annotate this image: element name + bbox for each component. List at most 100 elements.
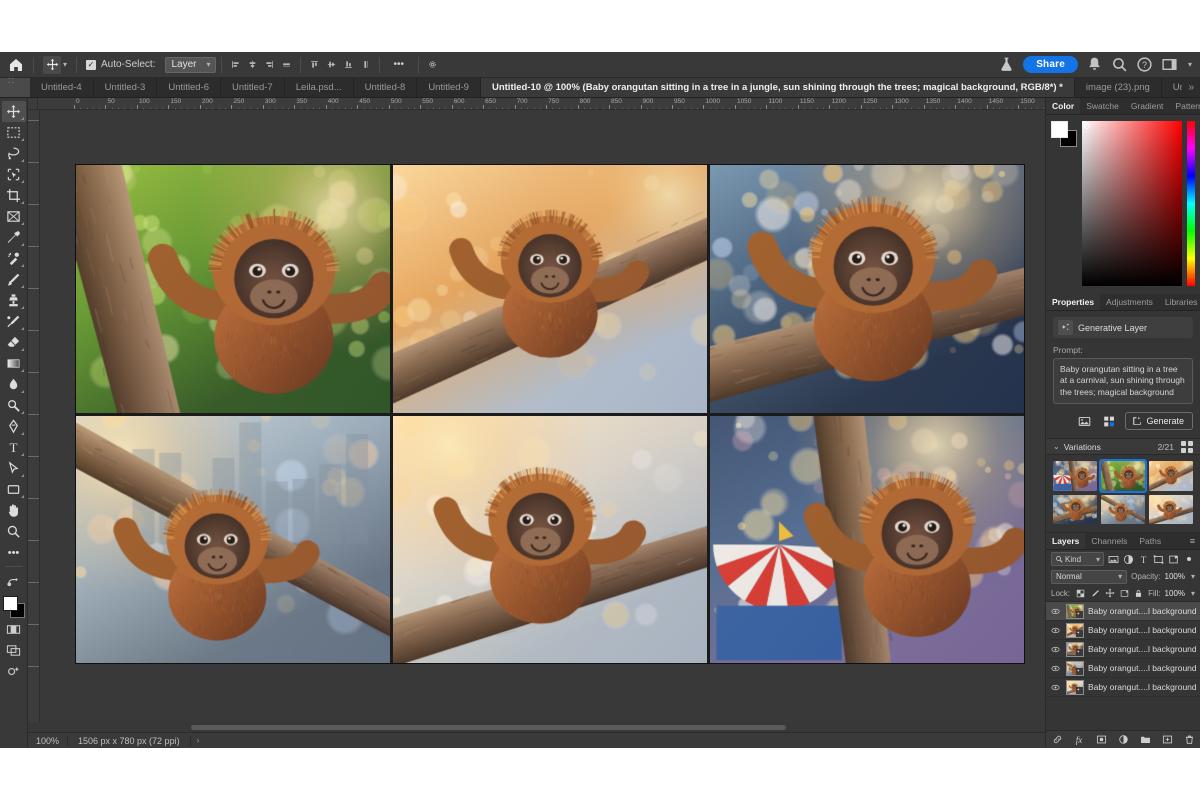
layer-row[interactable]: Baby orangut....l background [1046,640,1200,660]
layer-visibility-toggle[interactable] [1050,645,1062,654]
history-brush-tool[interactable] [2,311,26,332]
panel-tab[interactable]: Patterns [1169,98,1200,114]
chevron-down-icon[interactable]: ▾ [1191,572,1195,581]
scrollbar-thumb[interactable] [190,724,787,730]
screen-mode-icon[interactable] [2,640,26,661]
layer-visibility-toggle[interactable] [1050,664,1062,673]
tab-bar-grip[interactable] [0,77,30,97]
variation-thumb-1[interactable] [1053,461,1097,491]
align-top-edges-icon[interactable] [306,56,323,73]
reference-image-icon[interactable] [1075,413,1093,429]
panel-tab[interactable]: Paths [1133,533,1167,549]
panel-tab[interactable]: Color [1046,98,1081,114]
tab-overflow-button[interactable]: » [1182,78,1200,97]
status-expand-button[interactable]: › [191,736,206,745]
gear-icon[interactable] [424,56,441,73]
generated-image-6[interactable] [710,415,1024,663]
generated-image-1[interactable] [76,165,390,413]
chevron-down-icon[interactable]: ▾ [1191,589,1195,598]
lock-all-icon[interactable] [1134,587,1145,600]
panel-menu-icon[interactable]: ≡ [1185,533,1200,549]
layer-thumbnail[interactable] [1065,641,1084,657]
document-canvas[interactable] [76,165,1024,663]
new-group-icon[interactable] [1139,733,1152,746]
align-bottom-edges-icon[interactable] [340,56,357,73]
chevron-down-icon[interactable]: ⌄ [1053,442,1060,451]
spot-healing-brush-tool[interactable] [2,248,26,269]
document-tab[interactable]: Untit [1161,78,1183,97]
document-tab[interactable]: Untitled-4 [30,78,94,97]
layer-visibility-toggle[interactable] [1050,607,1062,616]
document-tab[interactable]: Untitled-7 [221,78,285,97]
align-horizontal-centers-icon[interactable] [244,56,261,73]
generative-fill-tool[interactable] [2,661,26,682]
share-button[interactable]: Share [1023,56,1078,73]
variation-thumb-5[interactable] [1101,494,1145,525]
lock-position-icon[interactable] [1104,587,1115,600]
variation-thumb-4[interactable] [1053,494,1097,525]
variations-header[interactable]: ⌄ Variations 2/21 [1046,438,1200,456]
delete-layer-icon[interactable] [1183,733,1196,746]
filter-type-icon[interactable]: T [1137,553,1149,566]
beta-flask-icon[interactable] [998,56,1015,73]
brush-tool[interactable] [2,269,26,290]
pen-tool[interactable] [2,416,26,437]
filter-adjustment-icon[interactable] [1122,553,1134,566]
layer-thumbnail[interactable] [1065,660,1084,676]
foreground-color-swatch[interactable] [1051,121,1068,138]
zoom-tool[interactable] [2,521,26,542]
distribute-vertically-icon[interactable] [357,56,374,73]
blur-tool[interactable] [2,374,26,395]
document-viewport[interactable]: Baby orangutan... ‹ 2/21 › [40,110,1045,722]
panel-tab[interactable]: Layers [1046,533,1086,550]
filter-shape-icon[interactable] [1152,553,1164,566]
search-icon[interactable] [1111,56,1128,73]
layer-style-icon[interactable]: fx [1073,733,1086,746]
document-tab[interactable]: Untitled-3 [93,78,158,97]
layer-mask-icon[interactable] [1095,733,1108,746]
grid-view-icon[interactable] [1181,440,1193,453]
dodge-tool[interactable] [2,395,26,416]
panel-tab[interactable]: Libraries [1159,294,1200,310]
hand-tool[interactable] [2,500,26,521]
layer-row[interactable]: Baby orangut....l background [1046,678,1200,698]
blend-mode-dropdown[interactable]: Normal ▾ [1051,569,1128,584]
lock-transparent-pixels-icon[interactable] [1075,587,1086,600]
filter-smart-object-icon[interactable] [1168,553,1180,566]
frame-tool[interactable] [2,206,26,227]
lock-artboard-icon[interactable] [1119,587,1130,600]
color-field[interactable] [1082,121,1182,286]
gradient-tool[interactable] [2,353,26,374]
new-layer-icon[interactable] [1161,733,1174,746]
generated-image-5[interactable] [393,415,707,663]
horizontal-ruler[interactable]: 0 50 100 150 200 250 300 350 400 450 500 550 600 650 7… [28,98,1045,110]
foreground-color-swatch[interactable] [2,596,18,611]
generated-image-3[interactable] [710,165,1024,413]
generated-image-4[interactable] [76,415,390,663]
panel-tab[interactable]: Gradient [1125,98,1170,114]
lock-image-pixels-icon[interactable] [1090,587,1101,600]
layer-visibility-toggle[interactable] [1050,683,1062,692]
color-field-marker[interactable] [1084,123,1090,129]
generated-image-2[interactable] [393,165,707,413]
rectangle-tool[interactable] [2,479,26,500]
rectangular-marquee-tool[interactable] [2,122,26,143]
color-panel-swatches[interactable] [1051,121,1077,147]
edit-toolbar-button[interactable]: ••• [2,542,26,563]
align-left-edges-icon[interactable] [227,56,244,73]
object-selection-tool[interactable] [2,164,26,185]
eraser-tool[interactable] [2,332,26,353]
move-tool[interactable] [1,101,26,122]
layer-row[interactable]: Baby orangut....l background [1046,602,1200,622]
crop-tool[interactable] [2,185,26,206]
horizontal-scrollbar[interactable] [28,722,1045,732]
document-tab[interactable]: Untitled-10 @ 100% (Baby orangutan sitti… [480,78,1075,97]
swap-colors-icon[interactable] [2,570,26,591]
fill-value[interactable]: 100% [1165,589,1185,598]
generate-button[interactable]: Generate [1125,412,1193,431]
distribute-horizontally-icon[interactable] [278,56,295,73]
document-tab[interactable]: image (23).png [1074,78,1162,97]
hue-ramp[interactable] [1187,121,1195,286]
lasso-tool[interactable] [2,143,26,164]
home-button[interactable] [4,54,28,76]
